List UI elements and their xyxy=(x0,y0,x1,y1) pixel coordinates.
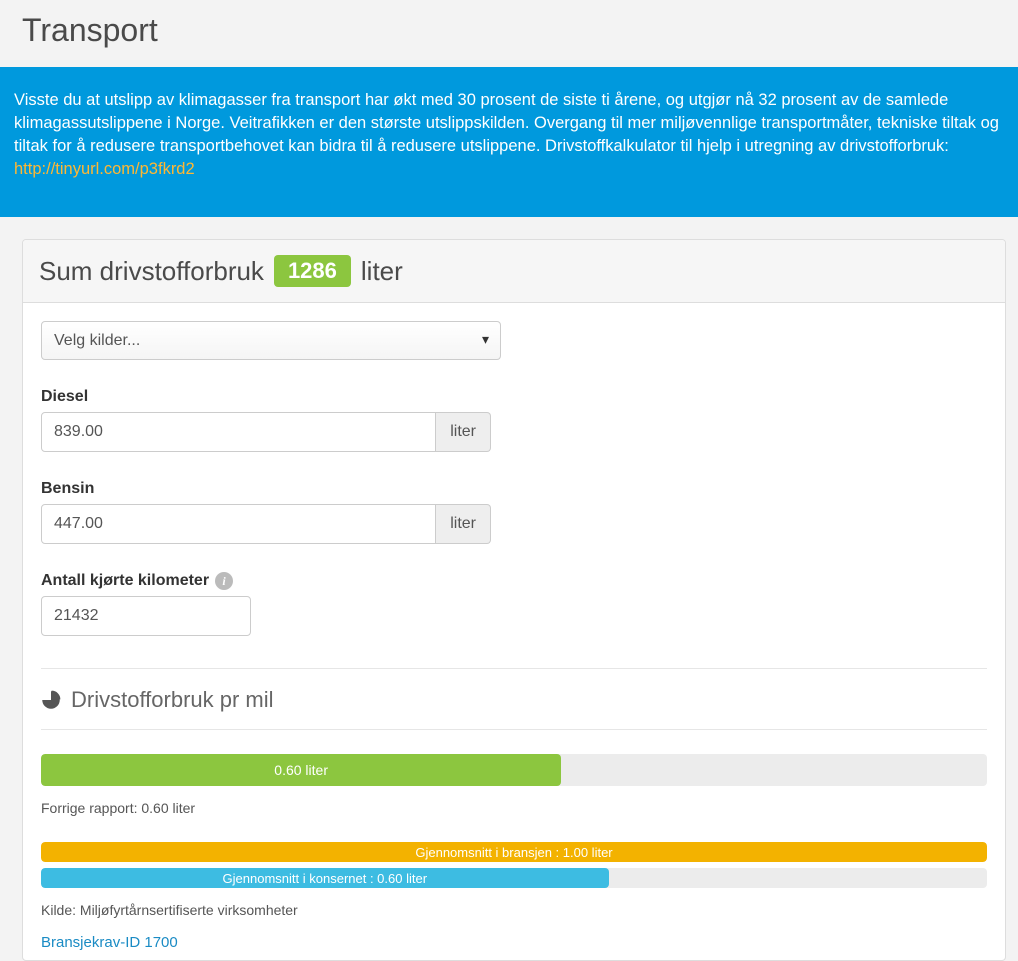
group-bar-fill: Gjennomsnitt i konsernet : 0.60 liter xyxy=(41,868,609,888)
bensin-input[interactable] xyxy=(41,504,436,544)
separator-2 xyxy=(41,729,987,730)
previous-report-caption: Forrige rapport: 0.60 liter xyxy=(41,800,987,816)
fuel-header-suffix: liter xyxy=(361,256,403,287)
current-bar-track: 0.60 liter xyxy=(41,754,987,786)
fuel-panel-header: Sum drivstofforbruk 1286 liter xyxy=(23,240,1005,303)
group-bar-row: Gjennomsnitt i konsernet : 0.60 liter xyxy=(41,868,987,888)
separator xyxy=(41,668,987,669)
info-icon[interactable]: i xyxy=(215,572,233,590)
pie-chart-icon xyxy=(41,690,61,710)
current-bar-row: 0.60 liter xyxy=(41,754,987,786)
diesel-unit: liter xyxy=(436,412,491,452)
bensin-label: Bensin xyxy=(41,480,491,498)
info-banner: Visste du at utslipp av klimagasser fra … xyxy=(0,67,1018,217)
info-banner-text: Visste du at utslipp av klimagasser fra … xyxy=(14,91,999,155)
diesel-input[interactable] xyxy=(41,412,436,452)
group-bar-track: Gjennomsnitt i konsernet : 0.60 liter xyxy=(41,868,987,888)
industry-bar-fill: Gjennomsnitt i bransjen : 1.00 liter xyxy=(41,842,987,862)
source-select[interactable]: Velg kilder... xyxy=(41,321,501,360)
current-bar-fill: 0.60 liter xyxy=(41,754,561,786)
bensin-unit: liter xyxy=(436,504,491,544)
per-mil-heading-text: Drivstofforbruk pr mil xyxy=(71,687,274,713)
page-title: Transport xyxy=(0,0,1018,67)
info-banner-link[interactable]: http://tinyurl.com/p3fkrd2 xyxy=(14,160,195,178)
diesel-label: Diesel xyxy=(41,388,491,406)
source-caption: Kilde: Miljøfyrtårnsertifiserte virksomh… xyxy=(41,902,987,918)
km-label: Antall kjørte kilometer i xyxy=(41,572,491,590)
per-mil-heading: Drivstofforbruk pr mil xyxy=(41,687,987,713)
requirement-link[interactable]: Bransjekrav-ID 1700 xyxy=(41,934,178,951)
fuel-panel: Sum drivstofforbruk 1286 liter Velg kild… xyxy=(22,239,1006,961)
fuel-total-badge: 1286 xyxy=(274,255,351,287)
fuel-header-prefix: Sum drivstofforbruk xyxy=(39,256,264,287)
km-input[interactable] xyxy=(41,596,251,636)
km-label-text: Antall kjørte kilometer xyxy=(41,572,209,590)
industry-bar-track: Gjennomsnitt i bransjen : 1.00 liter xyxy=(41,842,987,862)
industry-bar-row: Gjennomsnitt i bransjen : 1.00 liter xyxy=(41,842,987,862)
